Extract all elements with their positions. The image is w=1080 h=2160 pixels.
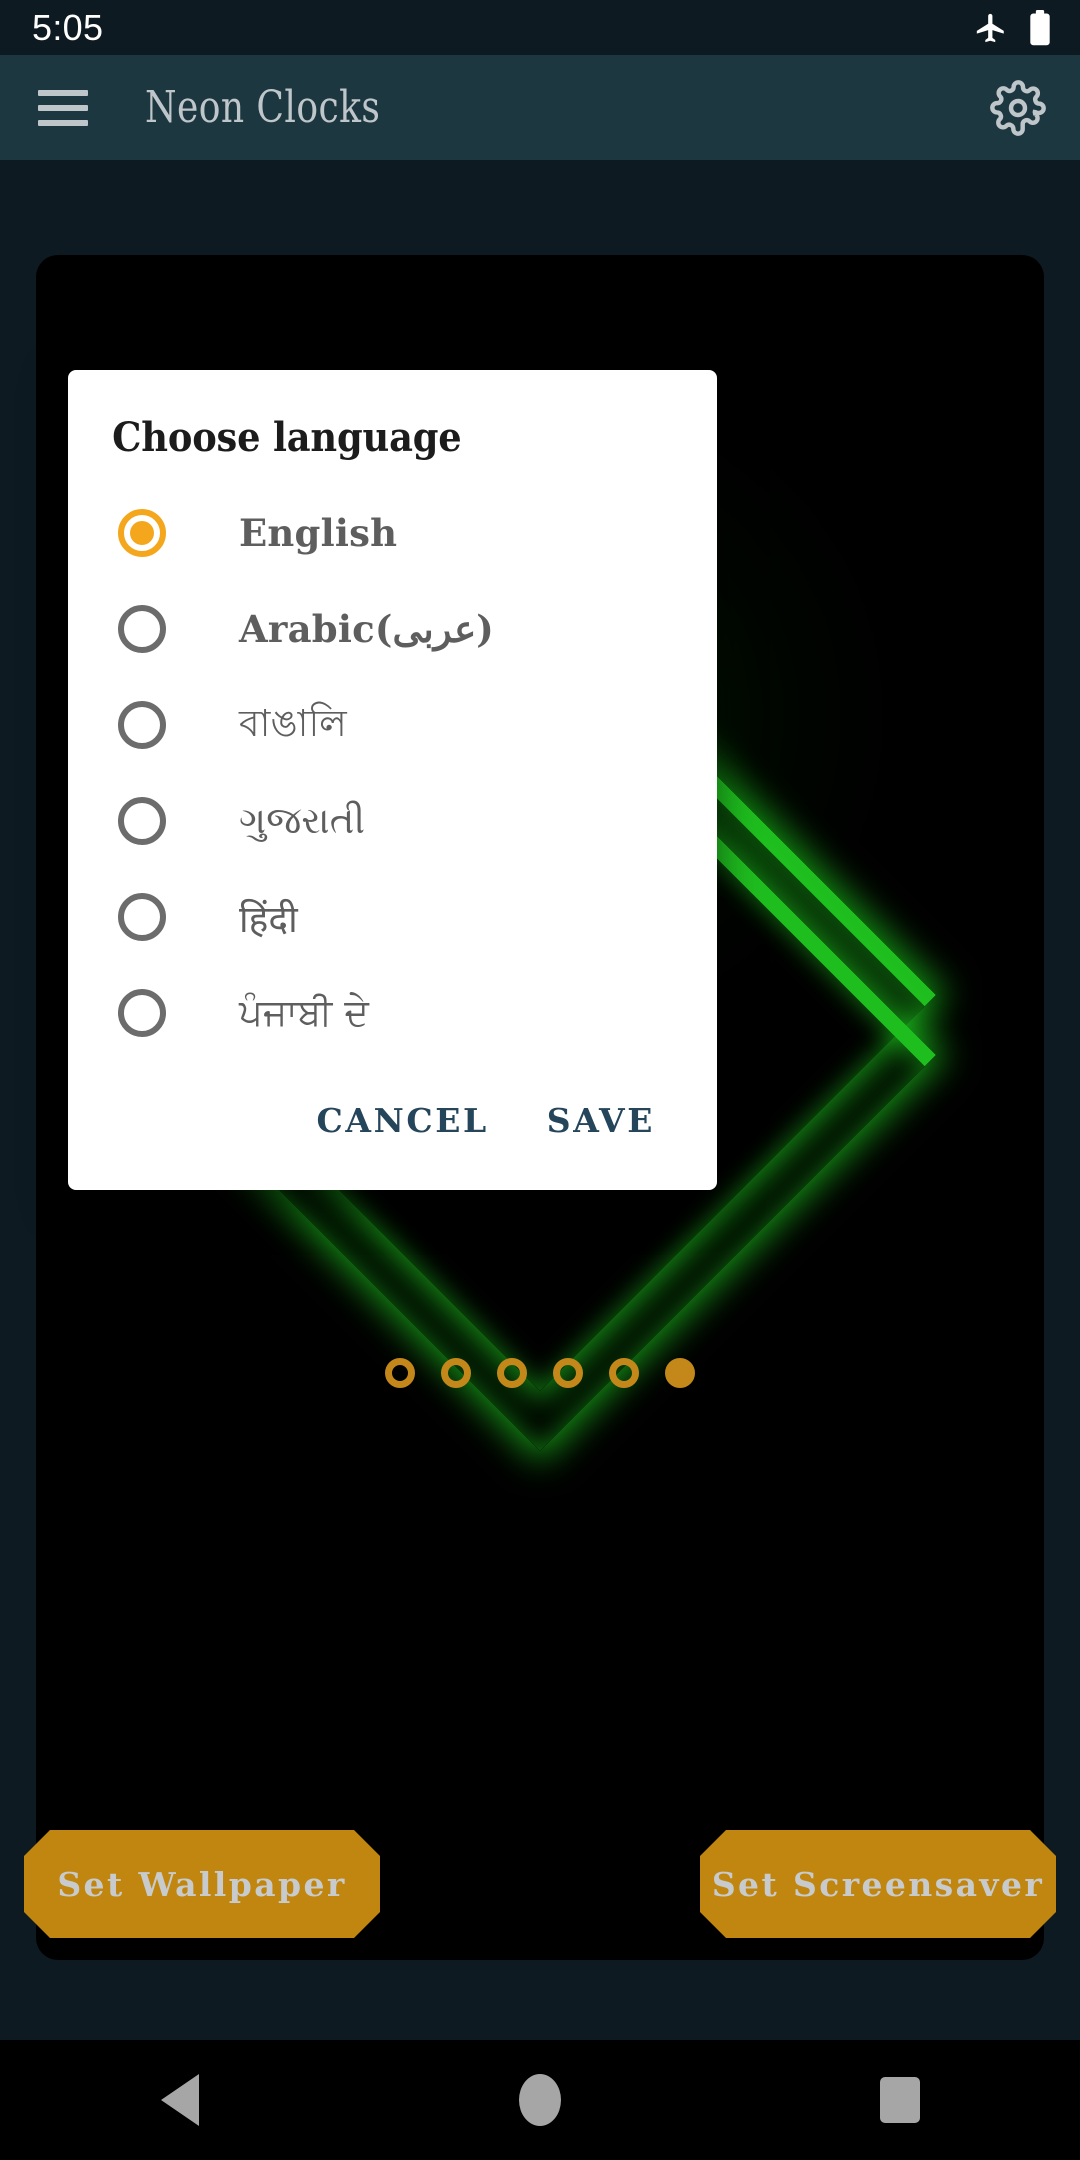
language-option-label: English (239, 511, 398, 555)
phone-screen: 5:05 Neon Clocks Set Wallpaper Set Scree… (0, 0, 1080, 2160)
language-option-english[interactable]: English (68, 485, 717, 581)
language-option-list: English Arabic(عربى) বাঙালি ગુજરાતી हिंद… (68, 461, 717, 1071)
radio-button[interactable] (118, 893, 166, 941)
language-option-bengali[interactable]: বাঙালি (68, 677, 717, 773)
choose-language-dialog: Choose language English Arabic(عربى) বাঙ… (68, 370, 717, 1190)
radio-button-selected[interactable] (118, 509, 166, 557)
radio-button[interactable] (118, 605, 166, 653)
language-option-label: বাঙালি (239, 701, 347, 745)
language-option-gujarati[interactable]: ગુજરાતી (68, 773, 717, 869)
language-option-punjabi[interactable]: ਪੰਜਾਬੀ ਦੇ (68, 965, 717, 1061)
radio-button[interactable] (118, 797, 166, 845)
dialog-action-row: CANCEL SAVE (68, 1071, 717, 1190)
language-option-label: Arabic(عربى) (239, 607, 494, 651)
radio-button[interactable] (118, 701, 166, 749)
dialog-title: Choose language (112, 414, 462, 461)
language-option-label: ਪੰਜਾਬੀ ਦੇ (239, 991, 370, 1034)
language-option-label: ગુજરાતી (239, 799, 366, 842)
language-option-arabic[interactable]: Arabic(عربى) (68, 581, 717, 677)
language-option-label: हिंदी (239, 897, 298, 941)
cancel-button[interactable]: CANCEL (297, 1085, 509, 1156)
save-button[interactable]: SAVE (527, 1085, 675, 1156)
radio-button[interactable] (118, 989, 166, 1037)
language-option-hindi[interactable]: हिंदी (68, 869, 717, 965)
